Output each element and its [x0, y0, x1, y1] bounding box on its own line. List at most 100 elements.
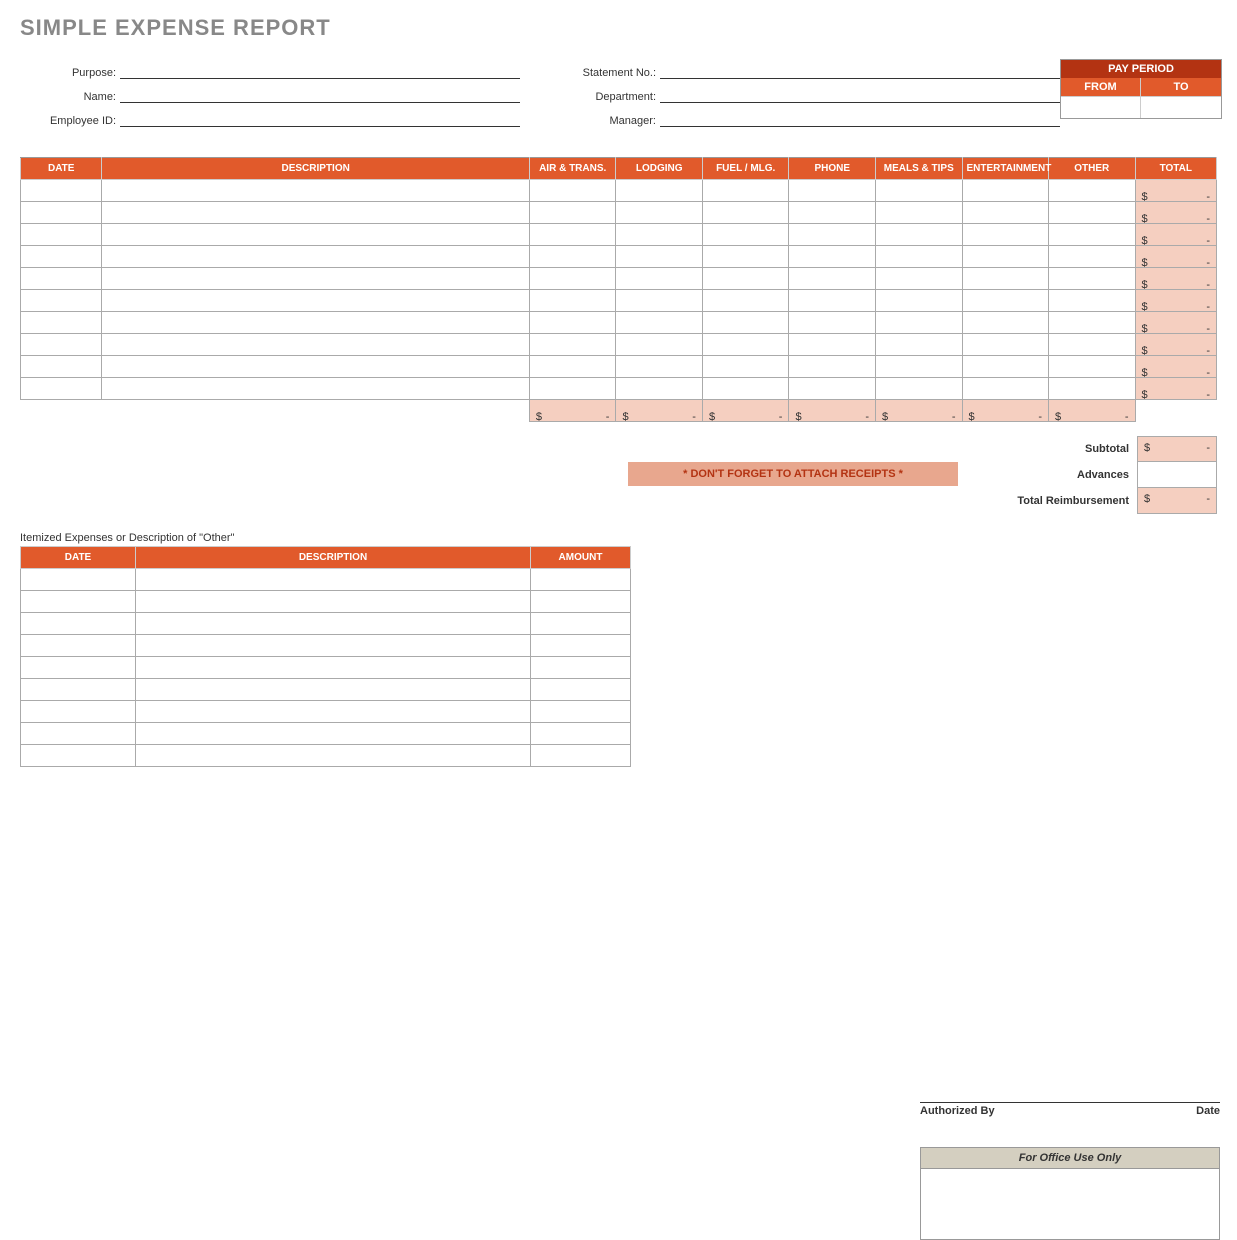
- table-cell[interactable]: [616, 246, 703, 268]
- table-cell[interactable]: [531, 701, 631, 723]
- table-cell[interactable]: [616, 202, 703, 224]
- table-cell[interactable]: [21, 290, 102, 312]
- table-cell[interactable]: [21, 334, 102, 356]
- table-cell[interactable]: [21, 635, 136, 657]
- table-cell[interactable]: [875, 378, 962, 400]
- table-cell[interactable]: [789, 290, 876, 312]
- table-cell[interactable]: [102, 356, 530, 378]
- table-cell[interactable]: [616, 334, 703, 356]
- table-cell[interactable]: [21, 613, 136, 635]
- table-cell[interactable]: [136, 701, 531, 723]
- table-cell[interactable]: [102, 290, 530, 312]
- table-cell[interactable]: [531, 657, 631, 679]
- table-cell[interactable]: [102, 246, 530, 268]
- table-cell[interactable]: [702, 378, 789, 400]
- table-cell[interactable]: [21, 268, 102, 290]
- table-cell[interactable]: [21, 224, 102, 246]
- table-cell[interactable]: [102, 378, 530, 400]
- input-purpose[interactable]: [120, 61, 520, 79]
- pay-period-from-cell[interactable]: [1061, 96, 1141, 118]
- table-cell[interactable]: [531, 635, 631, 657]
- table-cell[interactable]: [136, 635, 531, 657]
- office-use-body[interactable]: [921, 1169, 1219, 1239]
- table-cell[interactable]: [875, 312, 962, 334]
- table-cell[interactable]: [789, 378, 876, 400]
- input-department[interactable]: [660, 85, 1060, 103]
- table-cell[interactable]: [875, 268, 962, 290]
- table-cell[interactable]: [21, 679, 136, 701]
- table-cell[interactable]: [789, 268, 876, 290]
- table-cell[interactable]: [875, 334, 962, 356]
- table-cell[interactable]: [789, 202, 876, 224]
- table-cell[interactable]: [102, 202, 530, 224]
- table-cell[interactable]: [962, 202, 1049, 224]
- pay-period-to-cell[interactable]: [1141, 96, 1221, 118]
- table-cell[interactable]: [531, 745, 631, 767]
- table-cell[interactable]: [1049, 268, 1136, 290]
- table-cell[interactable]: [136, 657, 531, 679]
- input-employee-id[interactable]: [120, 109, 520, 127]
- table-cell[interactable]: [616, 268, 703, 290]
- table-cell[interactable]: [529, 312, 616, 334]
- table-cell[interactable]: [136, 723, 531, 745]
- table-cell[interactable]: [616, 312, 703, 334]
- table-cell[interactable]: [21, 180, 102, 202]
- table-cell[interactable]: [875, 246, 962, 268]
- table-cell[interactable]: [1049, 290, 1136, 312]
- table-cell[interactable]: [529, 268, 616, 290]
- table-cell[interactable]: [21, 701, 136, 723]
- table-cell[interactable]: [136, 613, 531, 635]
- input-manager[interactable]: [660, 109, 1060, 127]
- table-cell[interactable]: [102, 334, 530, 356]
- table-cell[interactable]: [962, 224, 1049, 246]
- table-cell[interactable]: [616, 290, 703, 312]
- table-cell[interactable]: [529, 334, 616, 356]
- table-cell[interactable]: [789, 224, 876, 246]
- table-cell[interactable]: [702, 268, 789, 290]
- table-cell[interactable]: [102, 312, 530, 334]
- table-cell[interactable]: [21, 356, 102, 378]
- table-cell[interactable]: [531, 613, 631, 635]
- table-cell[interactable]: [529, 290, 616, 312]
- table-cell[interactable]: [529, 356, 616, 378]
- table-cell[interactable]: [962, 290, 1049, 312]
- input-statement-no[interactable]: [660, 61, 1060, 79]
- value-advances[interactable]: [1137, 462, 1217, 488]
- table-cell[interactable]: [102, 224, 530, 246]
- table-cell[interactable]: [21, 378, 102, 400]
- table-cell[interactable]: [702, 356, 789, 378]
- table-cell[interactable]: [702, 246, 789, 268]
- input-name[interactable]: [120, 85, 520, 103]
- table-cell[interactable]: [962, 268, 1049, 290]
- table-cell[interactable]: [962, 180, 1049, 202]
- table-cell[interactable]: [702, 224, 789, 246]
- table-cell[interactable]: [962, 312, 1049, 334]
- table-cell[interactable]: [102, 268, 530, 290]
- table-cell[interactable]: [875, 224, 962, 246]
- table-cell[interactable]: [529, 202, 616, 224]
- table-cell[interactable]: [962, 356, 1049, 378]
- table-cell[interactable]: [529, 246, 616, 268]
- table-cell[interactable]: [1049, 246, 1136, 268]
- table-cell[interactable]: [1049, 202, 1136, 224]
- table-cell[interactable]: [136, 679, 531, 701]
- table-cell[interactable]: [962, 246, 1049, 268]
- table-cell[interactable]: [875, 356, 962, 378]
- table-cell[interactable]: [21, 246, 102, 268]
- table-cell[interactable]: [21, 569, 136, 591]
- table-cell[interactable]: [702, 312, 789, 334]
- table-cell[interactable]: [136, 745, 531, 767]
- table-cell[interactable]: [1049, 356, 1136, 378]
- table-cell[interactable]: [875, 290, 962, 312]
- table-cell[interactable]: [789, 312, 876, 334]
- table-cell[interactable]: [529, 378, 616, 400]
- table-cell[interactable]: [21, 312, 102, 334]
- table-cell[interactable]: [136, 569, 531, 591]
- table-cell[interactable]: [962, 334, 1049, 356]
- table-cell[interactable]: [702, 202, 789, 224]
- table-cell[interactable]: [102, 180, 530, 202]
- table-cell[interactable]: [21, 591, 136, 613]
- table-cell[interactable]: [21, 723, 136, 745]
- table-cell[interactable]: [136, 591, 531, 613]
- table-cell[interactable]: [702, 180, 789, 202]
